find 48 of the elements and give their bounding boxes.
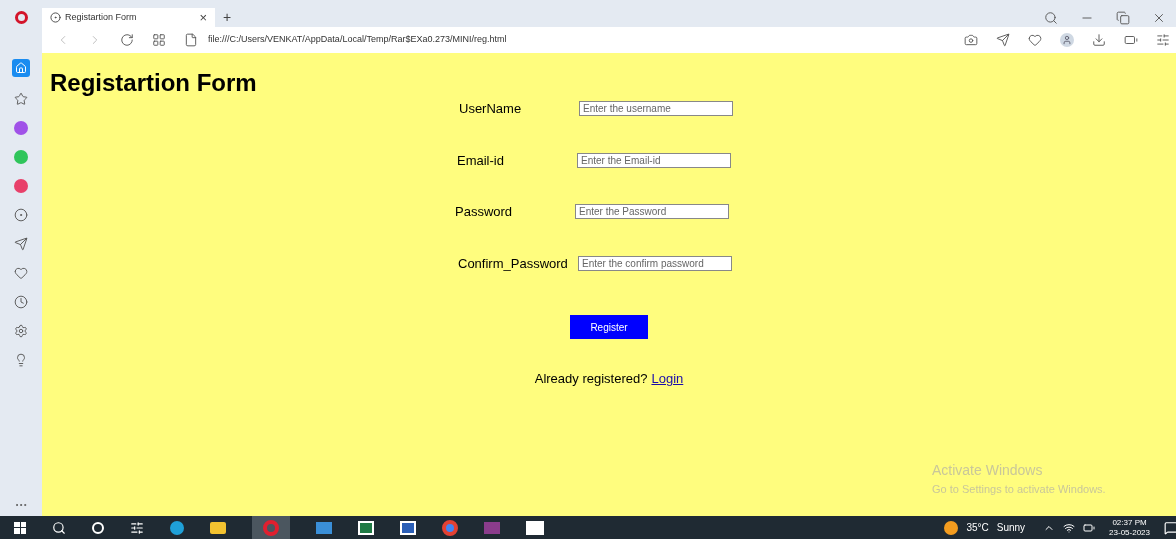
login-prompt: Already registered?	[534, 370, 648, 388]
download-icon[interactable]	[1092, 33, 1106, 47]
browser-tab[interactable]: Registartion Form ×	[42, 8, 215, 27]
field-label: UserName	[459, 100, 523, 118]
text-field[interactable]: Enter the Email-id	[577, 152, 731, 168]
home-icon[interactable]	[12, 59, 30, 77]
login-link[interactable]: Login	[651, 369, 684, 389]
cortana-icon[interactable]	[92, 521, 104, 534]
clock-date: 23-05-2023	[1109, 527, 1150, 538]
notifications-icon[interactable]	[1164, 520, 1176, 535]
send-icon[interactable]	[14, 237, 28, 251]
windows-start-icon[interactable]	[14, 521, 26, 534]
weather-condition: Sunny	[996, 521, 1026, 535]
browser-logo-icon[interactable]	[14, 11, 28, 24]
register-button[interactable]: Register	[570, 315, 648, 339]
camera-icon[interactable]	[964, 33, 978, 47]
restore-icon[interactable]	[1116, 10, 1130, 25]
page-title: Registartion Form	[50, 68, 258, 98]
settings-sliders-icon[interactable]	[1156, 33, 1170, 47]
field-label: Email-id	[457, 151, 505, 170]
file-icon[interactable]	[184, 33, 198, 47]
battery-icon[interactable]	[1083, 521, 1096, 534]
heart-icon[interactable]	[1028, 33, 1042, 47]
field-label: Confirm_Password	[458, 254, 569, 273]
profile-icon[interactable]	[1060, 33, 1074, 47]
text-field[interactable]: Enter the username	[579, 101, 733, 117]
text-field[interactable]: Enter the Password	[575, 204, 729, 220]
field-label: Password	[455, 203, 514, 221]
settings-icon[interactable]	[14, 324, 28, 338]
heart-icon[interactable]	[14, 266, 28, 280]
new-tab-button[interactable]: +	[223, 7, 232, 28]
wifi-icon[interactable]	[1063, 521, 1076, 534]
tab-title: Registartion Form	[65, 10, 137, 24]
lightbulb-icon[interactable]	[14, 353, 28, 367]
temperature: 35°C	[966, 521, 989, 535]
battery-icon[interactable]	[1124, 33, 1138, 47]
clock-icon[interactable]	[14, 295, 28, 309]
clock-time: 02:37 PM	[1112, 517, 1147, 528]
tabs-grid-icon[interactable]	[152, 33, 166, 47]
reload-icon[interactable]	[120, 33, 134, 47]
search-icon[interactable]	[52, 520, 66, 535]
address-bar[interactable]: file:///C:/Users/VENKAT/AppData/Local/Temp/Rar$EXa0.273/MINI/reg.html	[208, 33, 507, 47]
sun-icon[interactable]	[944, 520, 959, 535]
task-view-icon[interactable]	[130, 520, 144, 535]
tab-close-button[interactable]: ×	[199, 7, 207, 28]
send-icon[interactable]	[996, 33, 1010, 47]
text-field[interactable]: Enter the confirm password	[578, 255, 732, 271]
star-icon[interactable]	[14, 92, 28, 106]
